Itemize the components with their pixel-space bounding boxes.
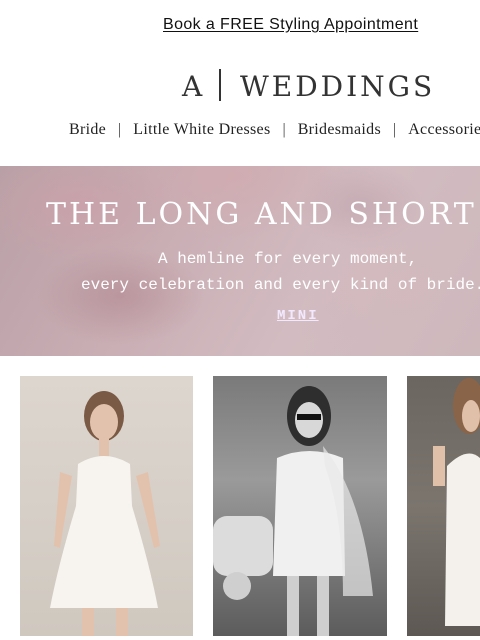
nav-item-accessories[interactable]: Accessories — [408, 121, 480, 139]
model-figure — [213, 386, 373, 636]
logo-letter: A — [182, 70, 205, 103]
hero-mini-link[interactable]: MINI — [277, 308, 319, 324]
model-figure — [433, 378, 480, 626]
nav-separator: | — [118, 121, 122, 138]
main-nav: Bride | Little White Dresses | Bridesmaids | A… — [69, 121, 480, 143]
model-figure — [50, 391, 160, 636]
promo-banner: Book a FREE Styling Appointment — [0, 0, 480, 50]
product-image-strapless-mini[interactable] — [20, 376, 193, 636]
product-image-suit-set[interactable] — [213, 376, 387, 636]
hero-subtitle-line1: A hemline for every moment, — [158, 250, 418, 268]
hero-banner: THE LONG AND SHORT OF IT A hemline for e… — [0, 166, 480, 356]
styling-appointment-link[interactable]: Book a FREE Styling Appointment — [163, 16, 418, 34]
nav-item-bride[interactable]: Bride — [69, 121, 106, 139]
nav-item-little-white-dresses[interactable]: Little White Dresses — [133, 121, 270, 139]
nav-separator: | — [392, 121, 397, 138]
hero-title: THE LONG AND SHORT OF IT — [46, 197, 480, 232]
brand-logo[interactable]: A WEDDINGS — [0, 66, 480, 106]
hero-subtitle-line2: every celebration and every kind of brid… — [81, 276, 480, 294]
nav-item-bridesmaids[interactable]: Bridesmaids — [298, 121, 381, 139]
logo-divider — [219, 69, 221, 101]
nav-separator: | — [282, 121, 286, 138]
product-image-halter-dress[interactable] — [407, 376, 480, 636]
logo-wordmark: WEDDINGS — [240, 70, 436, 103]
